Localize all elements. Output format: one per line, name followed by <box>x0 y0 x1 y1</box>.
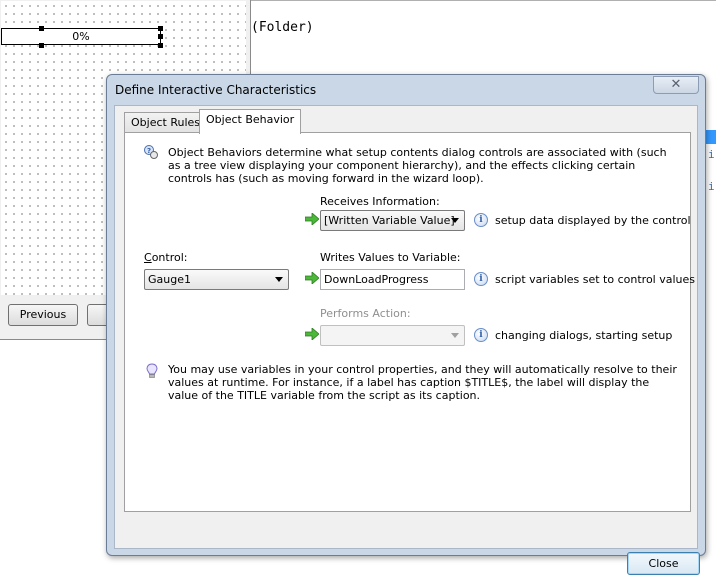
control-label: Control: <box>144 251 188 264</box>
chevron-down-icon <box>451 218 459 223</box>
dialog-client-area: Object Rules Object Behavior ? Object Be… <box>114 105 700 575</box>
green-arrow-icon <box>305 213 319 225</box>
receives-label: Receives Information: <box>320 195 440 208</box>
previous-button[interactable]: Previous <box>8 304 78 326</box>
chevron-down-icon <box>275 277 283 282</box>
receives-label-text: Receives Information: <box>320 195 440 208</box>
green-arrow-icon <box>305 272 319 284</box>
receives-hint: setup data displayed by the control <box>495 214 691 227</box>
writes-label: Writes Values to Variable: <box>320 251 461 264</box>
resize-handle[interactable] <box>158 34 163 39</box>
control-label-text: ontrol: <box>151 251 188 264</box>
intro-text: Object Behaviors determine what setup co… <box>168 146 667 185</box>
lightbulb-icon <box>146 363 158 378</box>
gauge-control[interactable]: 0% <box>1 28 161 45</box>
gauge-text: 0% <box>72 30 90 43</box>
performs-label-text: Performs Action: <box>320 307 411 320</box>
selection-marker <box>705 130 716 144</box>
writes-hint: script variables set to control values <box>495 273 696 286</box>
control-value: Gauge1 <box>148 273 191 286</box>
dialog-title: Define Interactive Characteristics <box>115 83 317 97</box>
performs-hint: changing dialogs, starting setup <box>495 329 673 342</box>
receives-value: [Written Variable Value] <box>324 214 455 227</box>
close-icon[interactable]: ✕ <box>653 76 699 94</box>
control-select[interactable]: Gauge1 <box>144 269 289 290</box>
editor-margin: i i <box>705 130 716 210</box>
resize-handle[interactable] <box>158 26 163 31</box>
performs-label: Performs Action: <box>320 307 411 320</box>
info-icon: i <box>474 272 488 286</box>
resize-handle[interactable] <box>39 26 44 31</box>
margin-char: i <box>708 180 715 193</box>
green-arrow-icon <box>305 328 319 340</box>
tab-label: Object Rules <box>131 116 200 129</box>
performs-action-select[interactable] <box>320 325 465 346</box>
tab-label: Object Behavior <box>206 113 295 126</box>
resize-handle[interactable] <box>158 43 163 48</box>
margin-char: i <box>708 148 715 161</box>
code-line: (Folder) <box>251 20 314 35</box>
writes-value: DownLoadProgress <box>324 273 429 286</box>
object-behavior-panel: ? Object Behaviors determine what setup … <box>124 132 695 512</box>
info-icon: i <box>474 213 488 227</box>
define-interactive-characteristics-dialog: Define Interactive Characteristics ✕ Obj… <box>106 74 706 575</box>
close-button[interactable]: Close <box>627 552 700 575</box>
tab-object-rules[interactable]: Object Rules <box>124 112 207 134</box>
chevron-down-icon <box>451 333 459 338</box>
resize-handle[interactable] <box>39 43 44 48</box>
tab-object-behavior[interactable]: Object Behavior <box>199 109 302 134</box>
info-icon: i <box>474 328 488 342</box>
writes-label-text: Writes Values to Variable: <box>320 251 461 264</box>
tip-text: You may use variables in your control pr… <box>168 363 677 402</box>
code-editor[interactable]: (Folder) <box>251 0 716 78</box>
behavior-icon: ? <box>144 145 158 159</box>
receives-information-select[interactable]: [Written Variable Value] <box>320 210 465 231</box>
writes-variable-field[interactable]: DownLoadProgress <box>320 269 465 290</box>
